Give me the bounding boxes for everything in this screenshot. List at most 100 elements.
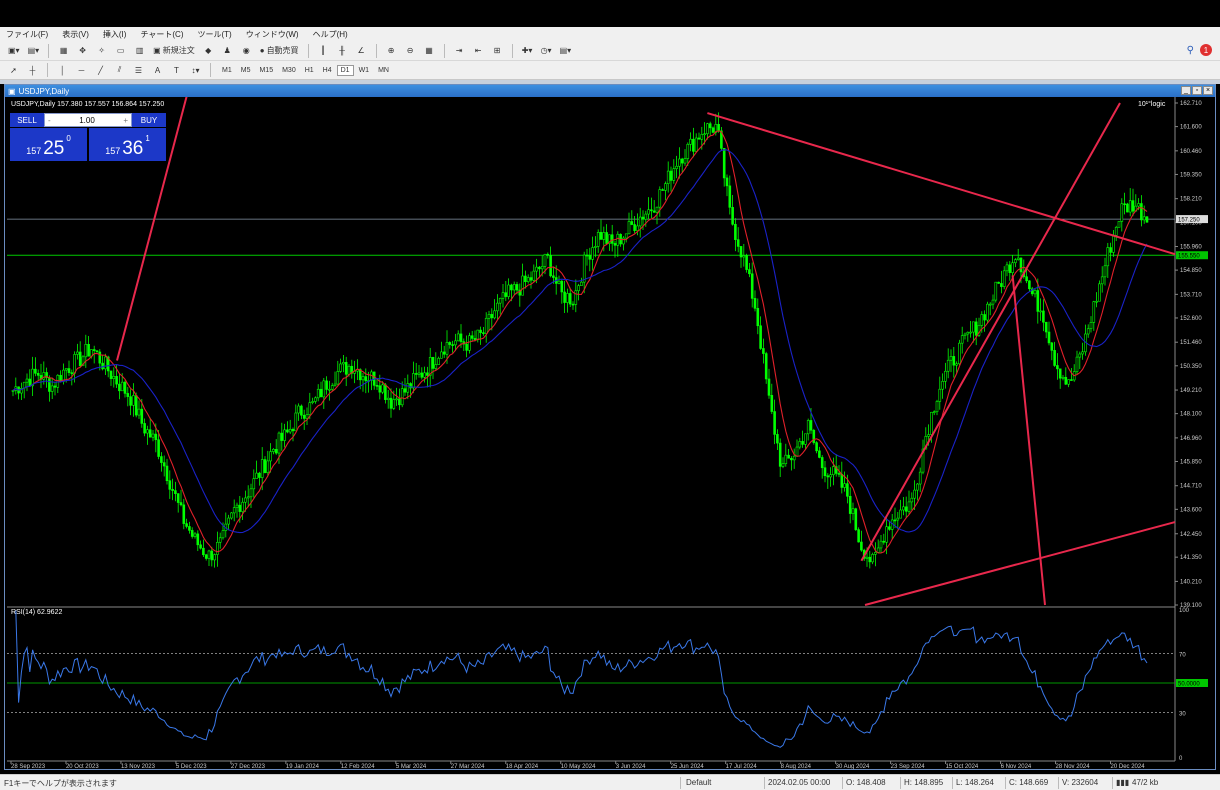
timeframe-m30[interactable]: M30 bbox=[278, 65, 300, 76]
candle bbox=[305, 414, 309, 419]
candle bbox=[319, 388, 323, 398]
candle bbox=[286, 429, 289, 433]
candle bbox=[832, 466, 835, 476]
crosshair-icon[interactable]: ┼ bbox=[25, 63, 40, 78]
arrows-icon[interactable]: ↕▾ bbox=[188, 63, 203, 78]
menu-item-2[interactable]: 挿入(I) bbox=[103, 29, 127, 40]
lot-increase-icon[interactable]: + bbox=[123, 116, 128, 125]
profiles-icon[interactable]: ▤▾ bbox=[26, 43, 42, 58]
new-order-button[interactable]: ▣ 新規注文 bbox=[151, 43, 197, 58]
navigator-icon[interactable]: ✧ bbox=[94, 43, 109, 58]
timeframe-m15[interactable]: M15 bbox=[255, 65, 277, 76]
candle bbox=[596, 232, 600, 247]
search-icon[interactable]: ⚲ bbox=[1187, 45, 1194, 56]
zoom-out-icon[interactable]: ⊖ bbox=[403, 43, 418, 58]
price-chart[interactable]: 1007030050.0000 162.710161.600160.460159… bbox=[5, 97, 1215, 769]
timeframe-h4[interactable]: H4 bbox=[319, 65, 336, 76]
minimize-icon[interactable]: _ bbox=[1181, 86, 1191, 95]
candle bbox=[451, 344, 454, 346]
sell-button[interactable]: SELL bbox=[10, 113, 44, 127]
menu-item-1[interactable]: 表示(V) bbox=[62, 29, 89, 40]
profile-name: Default bbox=[686, 778, 712, 787]
candle bbox=[759, 325, 762, 349]
candle bbox=[935, 401, 939, 413]
tile-windows-icon[interactable]: ▦ bbox=[422, 43, 437, 58]
buy-price-box[interactable]: 157 36 1 bbox=[89, 128, 166, 161]
periodicity-icon[interactable]: ◷▾ bbox=[539, 43, 554, 58]
candle bbox=[801, 441, 804, 445]
menu-item-4[interactable]: ツール(T) bbox=[197, 29, 231, 40]
candle bbox=[496, 302, 499, 312]
candle bbox=[692, 138, 695, 152]
timeframe-mn[interactable]: MN bbox=[374, 65, 393, 76]
chart-shift-icon[interactable]: ⇥ bbox=[452, 43, 467, 58]
market-icon[interactable]: ◉ bbox=[239, 43, 254, 58]
new-chart-icon[interactable]: ▣▾ bbox=[6, 43, 22, 58]
candle bbox=[182, 504, 186, 524]
templates-icon[interactable]: ▤▾ bbox=[558, 43, 574, 58]
candle bbox=[594, 246, 597, 248]
candle bbox=[994, 281, 998, 301]
fibonacci-icon[interactable]: ☰ bbox=[131, 63, 146, 78]
timeframe-d1[interactable]: D1 bbox=[336, 64, 354, 76]
lot-size-input[interactable]: - 1.00 + bbox=[44, 113, 132, 127]
market-watch-icon[interactable]: ▦ bbox=[56, 43, 71, 58]
candle bbox=[790, 457, 793, 461]
line-chart-icon[interactable]: ∠ bbox=[354, 43, 369, 58]
period-icon[interactable]: ⊞ bbox=[490, 43, 505, 58]
equidistant-channel-icon[interactable]: ⫽ bbox=[112, 63, 127, 78]
close-icon[interactable]: × bbox=[1203, 86, 1213, 95]
candle bbox=[510, 284, 513, 291]
date-tick-label: 19 Jan 2024 bbox=[286, 764, 320, 769]
auto-scroll-icon[interactable]: ⇤ bbox=[471, 43, 486, 58]
terminal-icon[interactable]: ▭ bbox=[113, 43, 128, 58]
menu-item-6[interactable]: ヘルプ(H) bbox=[313, 29, 348, 40]
text-label-icon[interactable]: T bbox=[169, 63, 184, 78]
timeframe-w1[interactable]: W1 bbox=[355, 65, 374, 76]
menu-item-3[interactable]: チャート(C) bbox=[140, 29, 183, 40]
metaeditor-icon[interactable]: ◆ bbox=[201, 43, 216, 58]
candle bbox=[325, 380, 328, 390]
lower-channel-trendline[interactable] bbox=[864, 521, 1176, 606]
signals-icon[interactable]: ♟ bbox=[220, 43, 235, 58]
candle bbox=[316, 388, 320, 399]
candle bbox=[958, 342, 961, 365]
text-icon[interactable]: A bbox=[150, 63, 165, 78]
data-window-icon[interactable]: ✥ bbox=[75, 43, 90, 58]
trendline-icon[interactable]: ╱ bbox=[93, 63, 108, 78]
restore-icon[interactable]: ▫ bbox=[1192, 86, 1202, 95]
timeframe-m5[interactable]: M5 bbox=[237, 65, 255, 76]
candle bbox=[988, 303, 992, 306]
indicators-icon[interactable]: ✚▾ bbox=[520, 43, 535, 58]
candlestick-icon[interactable]: ╫ bbox=[335, 43, 350, 58]
bar-chart-icon[interactable]: ┃ bbox=[316, 43, 331, 58]
candle bbox=[64, 368, 68, 371]
standard-toolbar: ▣▾ ▤▾ ▦ ✥ ✧ ▭ ▥ ▣ 新規注文 ◆ ♟ ◉ ● 自動売買 ┃ ╫ ∠ … bbox=[0, 41, 1220, 61]
cursor-icon[interactable]: ➚ bbox=[6, 63, 21, 78]
vertical-line-icon[interactable]: │ bbox=[55, 63, 70, 78]
horizontal-line-icon[interactable]: ─ bbox=[74, 63, 89, 78]
menu-item-0[interactable]: ファイル(F) bbox=[6, 29, 48, 40]
date-tick-label: 3 Jun 2024 bbox=[616, 764, 646, 769]
candle bbox=[330, 385, 334, 390]
candle bbox=[918, 471, 922, 485]
buy-button[interactable]: BUY bbox=[132, 113, 166, 127]
menu-item-5[interactable]: ウィンドウ(W) bbox=[246, 29, 299, 40]
candle bbox=[249, 488, 253, 498]
resistance-trendline[interactable] bbox=[707, 112, 1176, 256]
chart-window-title-bar[interactable]: ▣ USDJPY,Daily _ ▫ × bbox=[5, 85, 1215, 97]
notification-badge[interactable]: 1 bbox=[1200, 44, 1212, 56]
auto-trading-button[interactable]: ● 自動売買 bbox=[258, 43, 301, 58]
candle bbox=[658, 189, 662, 208]
zoom-in-icon[interactable]: ⊕ bbox=[384, 43, 399, 58]
timeframe-m1[interactable]: M1 bbox=[218, 65, 236, 76]
sell-price-box[interactable]: 157 25 0 bbox=[10, 128, 87, 161]
lot-decrease-icon[interactable]: - bbox=[48, 116, 51, 125]
timeframe-h1[interactable]: H1 bbox=[301, 65, 318, 76]
price-tick-label: 149.210 bbox=[1180, 388, 1202, 394]
date-tick-label: 20 Oct 2023 bbox=[66, 764, 99, 769]
candle bbox=[605, 232, 608, 244]
price-tick-label: 143.600 bbox=[1180, 507, 1202, 513]
strategy-tester-icon[interactable]: ▥ bbox=[132, 43, 147, 58]
falling-trendline[interactable] bbox=[1011, 275, 1046, 606]
